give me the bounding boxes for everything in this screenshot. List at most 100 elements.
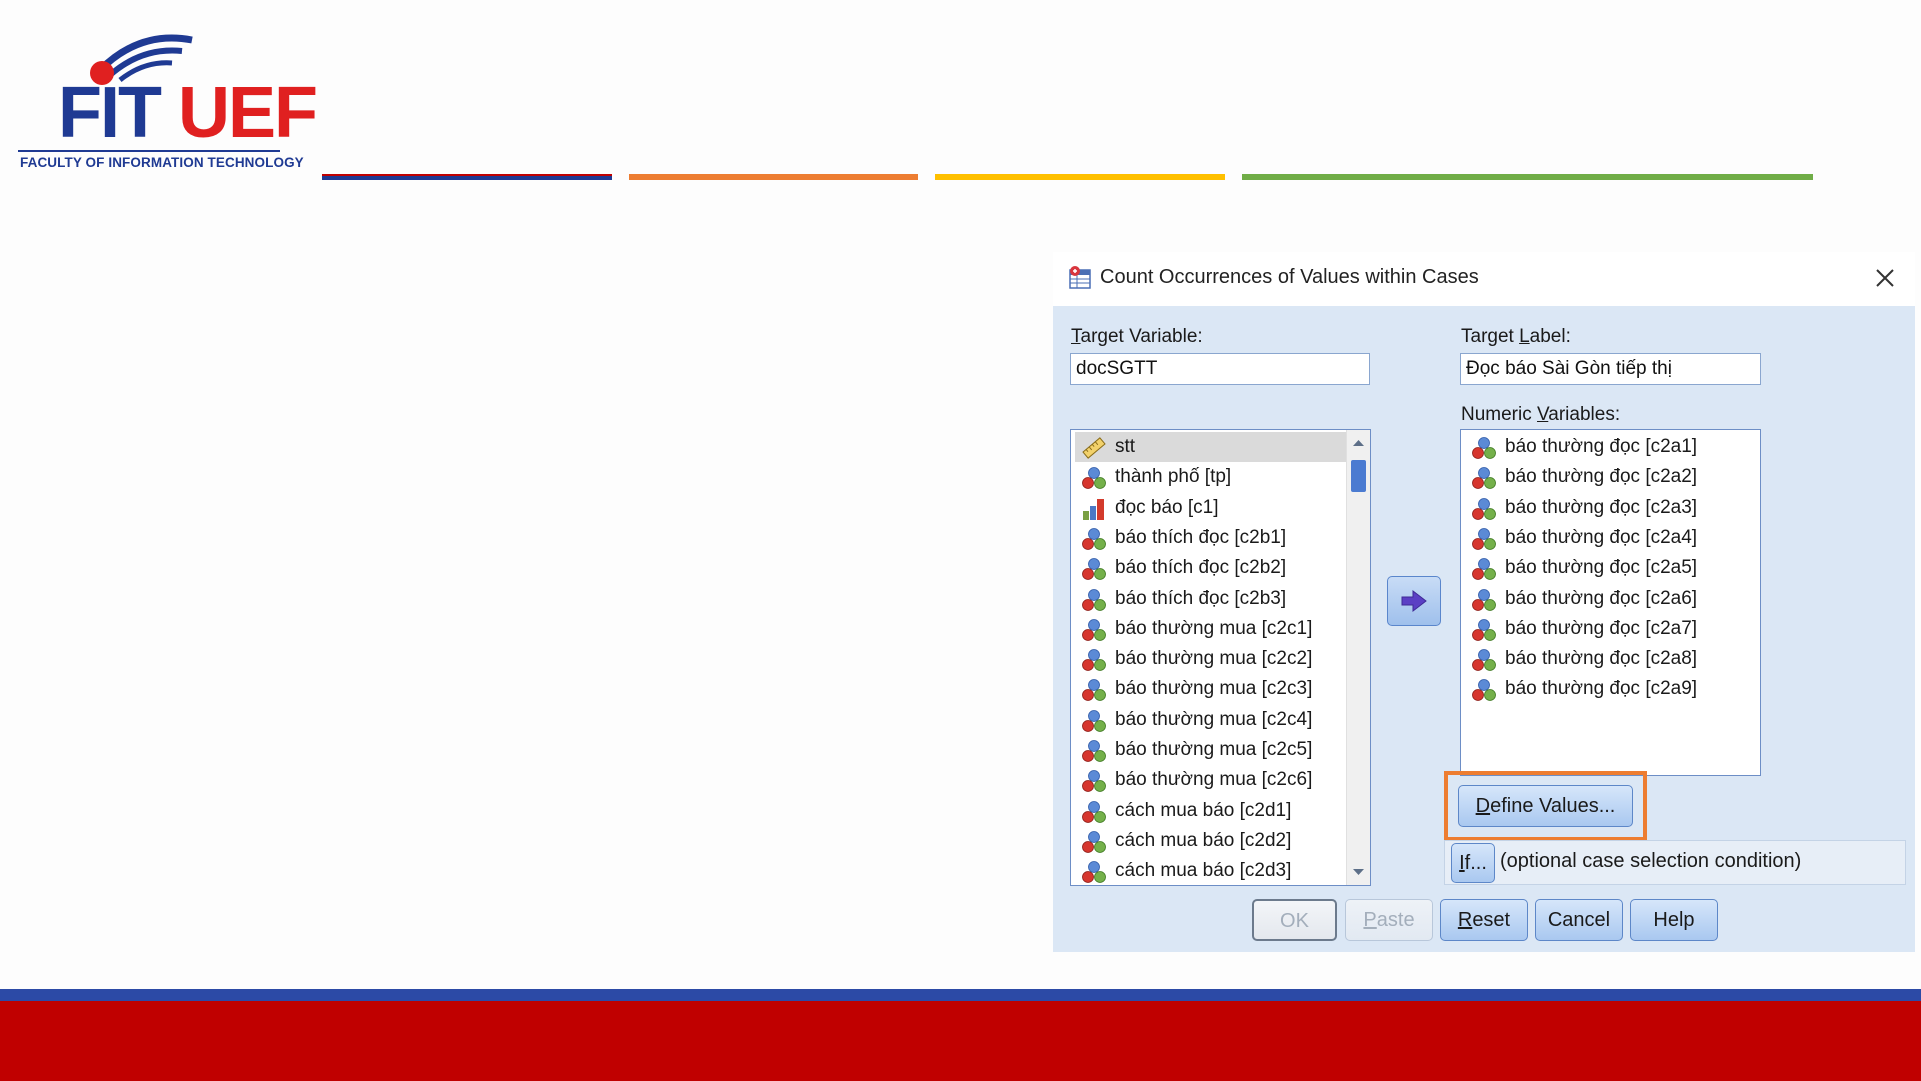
nominal-variable-icon — [1471, 678, 1497, 702]
paste-button[interactable]: Paste — [1345, 899, 1433, 941]
source-list-item[interactable]: cách mua báo [c2d2] — [1075, 826, 1370, 856]
nominal-variable-icon — [1471, 466, 1497, 490]
logo-uef: UEF — [177, 73, 318, 153]
close-button[interactable] — [1869, 262, 1901, 294]
nominal-variable-icon — [1471, 436, 1497, 460]
source-list-item-label: cách mua báo [c2d2] — [1115, 829, 1292, 851]
arrow-right-icon — [1401, 589, 1427, 613]
numeric-variables-list[interactable]: báo thường đọc [c2a1] báo thường đọc [c2a… — [1460, 429, 1761, 776]
numeric-list-item[interactable]: báo thường đọc [c2a3] — [1465, 493, 1760, 523]
target-label-input[interactable]: Đọc báo Sài Gòn tiếp thị — [1460, 353, 1761, 385]
nominal-variable-icon — [1081, 557, 1107, 581]
if-button[interactable]: If... — [1451, 843, 1495, 883]
ok-button[interactable]: OK — [1252, 899, 1337, 941]
close-icon — [1876, 269, 1894, 287]
numeric-list-item[interactable]: báo thường đọc [c2a4] — [1465, 523, 1760, 553]
numeric-list-item-label: báo thường đọc [c2a5] — [1505, 557, 1698, 579]
numeric-list-item-label: báo thường đọc [c2a3] — [1505, 496, 1698, 518]
numeric-list-item[interactable]: báo thường đọc [c2a1] — [1465, 432, 1760, 462]
source-list-item-label: thành phố [tp] — [1115, 466, 1232, 488]
help-button[interactable]: Help — [1630, 899, 1718, 941]
scroll-thumb[interactable] — [1351, 460, 1366, 492]
numeric-list-item[interactable]: báo thường đọc [c2a6] — [1465, 584, 1760, 614]
cancel-button[interactable]: Cancel — [1535, 899, 1623, 941]
nominal-variable-icon — [1081, 739, 1107, 763]
source-list-item[interactable]: báo thường mua [c2c1] — [1075, 614, 1370, 644]
logo-dot — [90, 61, 114, 85]
source-list-item[interactable]: báo thường mua [c2c4] — [1075, 705, 1370, 735]
nominal-variable-icon — [1081, 830, 1107, 854]
count-occurrences-dialog: Count Occurrences of Values within Cases… — [1053, 252, 1915, 952]
nominal-variable-icon — [1081, 860, 1107, 884]
nominal-variable-icon — [1081, 466, 1107, 490]
source-list-item-label: báo thường mua [c2c1] — [1115, 617, 1313, 639]
source-list-item[interactable]: stt — [1075, 432, 1370, 462]
source-list-item-label: báo thường mua [c2c5] — [1115, 739, 1313, 760]
source-list-item-label: đọc báo [c1] — [1115, 496, 1219, 518]
source-list-item[interactable]: báo thích đọc [c2b2] — [1075, 553, 1370, 583]
source-list-item[interactable]: thành phố [tp] — [1075, 462, 1370, 492]
numeric-list-item[interactable]: báo thường đọc [c2a5] — [1465, 553, 1760, 583]
source-list-scrollbar[interactable] — [1346, 430, 1370, 885]
source-list-item[interactable]: cách mua báo [c2d3] — [1075, 856, 1370, 885]
dialog-title: Count Occurrences of Values within Cases — [1100, 266, 1479, 288]
numeric-list-item[interactable]: báo thường đọc [c2a7] — [1465, 614, 1760, 644]
nominal-variable-icon — [1081, 678, 1107, 702]
source-list-item[interactable]: báo thường mua [c2c3] — [1075, 674, 1370, 704]
numeric-list-item-label: báo thường đọc [c2a7] — [1505, 617, 1698, 639]
nominal-variable-icon — [1081, 709, 1107, 733]
source-list-item[interactable]: báo thích đọc [c2b3] — [1075, 584, 1370, 614]
source-list-item-label: báo thích đọc [c2b1] — [1115, 526, 1287, 548]
reset-button[interactable]: Reset — [1440, 899, 1528, 941]
numeric-list-item[interactable]: báo thường đọc [c2a9] — [1465, 674, 1760, 704]
source-list-item[interactable]: báo thường mua [c2c2] — [1075, 644, 1370, 674]
numeric-list-item[interactable]: báo thường đọc [c2a2] — [1465, 462, 1760, 492]
numeric-variables-label: Numeric Variables: — [1461, 404, 1621, 425]
numeric-list-item-label: báo thường đọc [c2a9] — [1505, 678, 1698, 700]
spss-transform-icon — [1069, 266, 1091, 289]
source-list-item-label: stt — [1115, 436, 1136, 457]
source-list-item-label: báo thường mua [c2c2] — [1115, 648, 1313, 670]
target-label-label: Target Label: — [1461, 326, 1571, 347]
target-variable-input[interactable]: docSGTT — [1070, 353, 1370, 385]
source-list-item[interactable]: báo thường mua [c2c6] — [1075, 765, 1370, 795]
source-list-item[interactable]: đọc báo [c1] — [1075, 493, 1370, 523]
dialog-titlebar: Count Occurrences of Values within Cases — [1053, 252, 1915, 306]
source-list-item-label: báo thường mua [c2c6] — [1115, 769, 1313, 791]
logo-underline — [18, 150, 280, 152]
logo-wordmark: FIT UEF — [58, 61, 318, 149]
if-condition-area: If... (optional case selection condition… — [1444, 840, 1906, 885]
nominal-variable-icon — [1081, 800, 1107, 824]
source-list-item-label: báo thường mua [c2c4] — [1115, 708, 1313, 730]
source-list-item-label: báo thích đọc [c2b3] — [1115, 587, 1287, 609]
header-bar-blue — [322, 174, 612, 180]
source-list-item[interactable]: báo thích đọc [c2b1] — [1075, 523, 1370, 553]
footer-red-band — [0, 1001, 1921, 1081]
numeric-list-item-label: báo thường đọc [c2a8] — [1505, 648, 1698, 670]
numeric-list-item[interactable]: báo thường đọc [c2a8] — [1465, 644, 1760, 674]
move-to-numeric-button[interactable] — [1387, 576, 1441, 626]
nominal-variable-icon — [1081, 588, 1107, 612]
scroll-down-arrow-icon[interactable] — [1347, 861, 1370, 883]
header-bar-green — [1242, 174, 1813, 180]
nominal-variable-icon — [1081, 648, 1107, 672]
nominal-variable-icon — [1081, 527, 1107, 551]
source-list-item[interactable]: báo thường mua [c2c5] — [1075, 735, 1370, 765]
nominal-variable-icon — [1471, 588, 1497, 612]
ordinal-bar-icon — [1081, 497, 1107, 521]
source-variable-list[interactable]: stt thành phố [tp] đọc báo [c1] báo thích đ… — [1070, 429, 1371, 886]
nominal-variable-icon — [1471, 648, 1497, 672]
source-list-item-label: cách mua báo [c2d3] — [1115, 860, 1292, 882]
header-bar-yellow — [935, 174, 1225, 180]
nominal-variable-icon — [1471, 527, 1497, 551]
nominal-variable-icon — [1081, 769, 1107, 793]
numeric-list-item-label: báo thường đọc [c2a1] — [1505, 436, 1698, 457]
scroll-up-arrow-icon[interactable] — [1347, 432, 1370, 454]
define-values-button[interactable]: Define Values... — [1458, 785, 1633, 827]
source-list-item-label: báo thường mua [c2c3] — [1115, 678, 1313, 700]
source-list-item-label: cách mua báo [c2d1] — [1115, 799, 1292, 821]
nominal-variable-icon — [1081, 618, 1107, 642]
source-list-item[interactable]: cách mua báo [c2d1] — [1075, 796, 1370, 826]
nominal-variable-icon — [1471, 557, 1497, 581]
nominal-variable-icon — [1471, 618, 1497, 642]
